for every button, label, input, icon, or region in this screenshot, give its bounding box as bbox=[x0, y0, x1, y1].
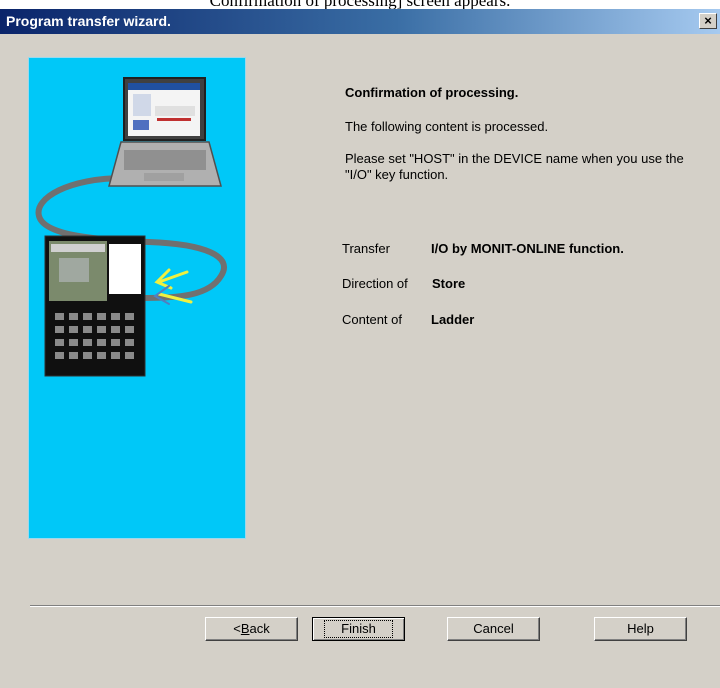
wizard-dialog: Program transfer wizard. × Confirmation … bbox=[0, 9, 720, 688]
host-note: Please set "HOST" in the DEVICE name whe… bbox=[345, 151, 684, 182]
cancel-button[interactable]: Cancel bbox=[447, 617, 540, 641]
back-arrow-icon: < bbox=[233, 621, 241, 636]
content-label: Content of bbox=[342, 312, 402, 327]
direction-value: Store bbox=[432, 276, 466, 291]
button-separator bbox=[30, 605, 720, 607]
finish-label: Finish bbox=[324, 620, 393, 638]
transfer-label: Transfer bbox=[342, 241, 390, 256]
confirmation-heading: Confirmation of processing. bbox=[345, 85, 519, 100]
title-bar[interactable]: Program transfer wizard. × bbox=[0, 9, 720, 34]
direction-label: Direction of bbox=[342, 276, 408, 291]
cnc-controller-icon bbox=[44, 235, 146, 377]
info-line: The following content is processed. bbox=[345, 119, 549, 134]
transfer-arrow-icon bbox=[153, 268, 193, 305]
window-title: Program transfer wizard. bbox=[6, 13, 171, 29]
help-button[interactable]: Help bbox=[594, 617, 687, 641]
transfer-value: I/O by MONIT-ONLINE function. bbox=[431, 241, 624, 256]
close-button[interactable]: × bbox=[699, 13, 717, 29]
back-button[interactable]: <Back bbox=[205, 617, 298, 641]
laptop-icon bbox=[108, 77, 222, 187]
content-value: Ladder bbox=[431, 312, 475, 327]
wizard-illustration bbox=[28, 57, 246, 539]
help-label: Help bbox=[627, 621, 654, 636]
transfer-illustration bbox=[35, 77, 227, 377]
back-label: ack bbox=[249, 621, 270, 636]
cancel-label: Cancel bbox=[473, 621, 514, 636]
finish-button[interactable]: Finish bbox=[312, 617, 405, 641]
close-icon: × bbox=[704, 13, 712, 28]
back-mnemonic: B bbox=[240, 621, 250, 636]
